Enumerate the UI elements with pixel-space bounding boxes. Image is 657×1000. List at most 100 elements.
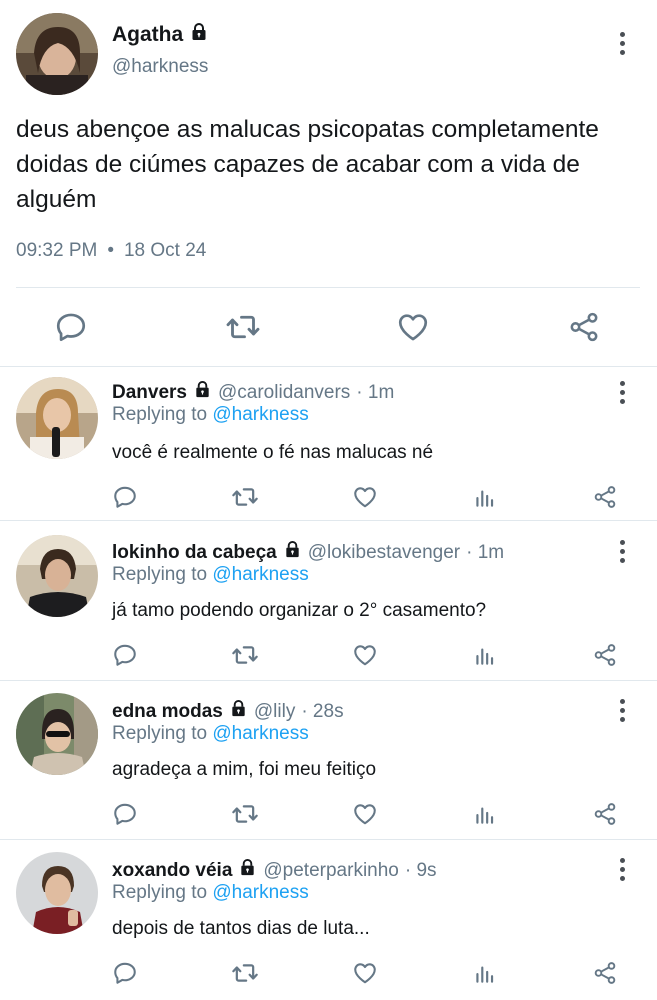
retweet-icon — [231, 800, 259, 828]
reply-item[interactable]: Danvers @carolidanvers · 1m Replying to … — [0, 367, 657, 521]
display-name[interactable]: Agatha — [112, 23, 183, 47]
replying-to: Replying to @harkness — [112, 404, 309, 426]
more-options-icon[interactable] — [620, 858, 626, 885]
share-icon — [592, 484, 618, 510]
replying-to: Replying to @harkness — [112, 723, 309, 745]
more-options-icon[interactable] — [620, 381, 626, 408]
handle[interactable]: @carolidanvers — [218, 382, 350, 404]
avatar[interactable] — [16, 535, 98, 617]
handle[interactable]: @lokibestavenger — [308, 542, 460, 564]
share-icon — [592, 801, 618, 827]
reply-item[interactable]: xoxando véia @peterparkinho · 9s Replyin… — [0, 840, 657, 1000]
tweet-text: deus abençoe as malucas psicopatas compl… — [16, 116, 599, 213]
replying-to: Replying to @harkness — [112, 882, 309, 904]
tweet-date: 18 Oct 24 — [123, 240, 207, 261]
display-name[interactable]: edna modas — [112, 701, 223, 723]
reply-button[interactable] — [111, 641, 139, 669]
share-button[interactable] — [591, 959, 619, 987]
like-icon — [352, 960, 378, 986]
avatar[interactable] — [16, 13, 98, 95]
like-button[interactable] — [395, 309, 431, 345]
like-icon — [352, 484, 378, 510]
reply-text: agradeça a mim, foi meu feitiço — [112, 759, 377, 780]
share-button[interactable] — [591, 800, 619, 828]
lock-icon — [193, 380, 212, 405]
reply-item[interactable]: edna modas @lily · 28s Replying to @hark… — [0, 681, 657, 840]
handle[interactable]: @harkness — [112, 56, 208, 78]
retweet-icon — [231, 959, 259, 987]
retweet-button[interactable] — [231, 483, 259, 511]
share-button[interactable] — [591, 483, 619, 511]
reply-age: · 28s — [301, 700, 344, 722]
display-name[interactable]: Danvers — [112, 382, 187, 404]
stats-button[interactable] — [471, 800, 499, 828]
retweet-icon — [231, 641, 259, 669]
retweet-icon — [231, 483, 259, 511]
replying-prefix: Replying to — [112, 723, 208, 744]
reply-icon — [54, 310, 88, 344]
lock-icon — [229, 699, 248, 724]
share-icon — [592, 960, 618, 986]
like-button[interactable] — [351, 800, 379, 828]
avatar[interactable] — [16, 377, 98, 459]
mention-link[interactable]: @harkness — [212, 404, 308, 425]
retweet-button[interactable] — [231, 641, 259, 669]
stats-button[interactable] — [471, 641, 499, 669]
reply-button[interactable] — [53, 309, 89, 345]
stats-icon — [472, 801, 498, 827]
like-icon — [396, 310, 430, 344]
replying-to: Replying to @harkness — [112, 564, 309, 586]
lock-icon — [283, 540, 302, 565]
mention-link[interactable]: @harkness — [212, 882, 308, 903]
reply-text: já tamo podendo organizar o 2° casamento… — [112, 600, 487, 621]
like-button[interactable] — [351, 959, 379, 987]
reply-item[interactable]: lokinho da cabeça @lokibestavenger · 1m … — [0, 521, 657, 681]
more-options-icon[interactable] — [620, 699, 626, 726]
reply-button[interactable] — [111, 959, 139, 987]
share-icon — [567, 310, 601, 344]
reply-text: depois de tantos dias de luta... — [112, 918, 370, 939]
reply-icon — [112, 642, 138, 668]
display-name[interactable]: xoxando véia — [112, 860, 232, 882]
reply-button[interactable] — [111, 800, 139, 828]
like-icon — [352, 801, 378, 827]
reply-button[interactable] — [111, 483, 139, 511]
lock-icon — [238, 858, 257, 883]
tweet-time: 09:32 PM — [16, 240, 98, 261]
retweet-icon — [225, 308, 261, 346]
like-button[interactable] — [351, 483, 379, 511]
tweet-timestamp: 09:32 PM • 18 Oct 24 — [16, 240, 206, 262]
lock-icon — [189, 22, 209, 47]
handle[interactable]: @lily — [254, 701, 295, 723]
stats-icon — [472, 960, 498, 986]
mention-link[interactable]: @harkness — [212, 564, 308, 585]
mention-link[interactable]: @harkness — [212, 723, 308, 744]
reply-icon — [112, 801, 138, 827]
stats-icon — [472, 642, 498, 668]
share-button[interactable] — [566, 309, 602, 345]
replying-prefix: Replying to — [112, 564, 208, 585]
stats-icon — [472, 484, 498, 510]
divider — [16, 287, 640, 288]
avatar[interactable] — [16, 852, 98, 934]
share-icon — [592, 642, 618, 668]
like-icon — [352, 642, 378, 668]
retweet-button[interactable] — [231, 959, 259, 987]
retweet-button[interactable] — [225, 309, 261, 345]
more-options-icon[interactable] — [620, 540, 626, 567]
replying-prefix: Replying to — [112, 882, 208, 903]
meta-separator: • — [107, 240, 114, 261]
main-tweet: Agatha @harkness deus abençoe as malucas… — [0, 0, 657, 367]
share-button[interactable] — [591, 641, 619, 669]
stats-button[interactable] — [471, 483, 499, 511]
handle[interactable]: @peterparkinho — [263, 860, 398, 882]
like-button[interactable] — [351, 641, 379, 669]
retweet-button[interactable] — [231, 800, 259, 828]
avatar[interactable] — [16, 693, 98, 775]
reply-icon — [112, 960, 138, 986]
reply-age: · 1m — [356, 381, 395, 403]
more-options-icon[interactable] — [620, 32, 626, 59]
stats-button[interactable] — [471, 959, 499, 987]
display-name[interactable]: lokinho da cabeça — [112, 542, 277, 564]
reply-text: você é realmente o fé nas malucas né — [112, 442, 434, 463]
